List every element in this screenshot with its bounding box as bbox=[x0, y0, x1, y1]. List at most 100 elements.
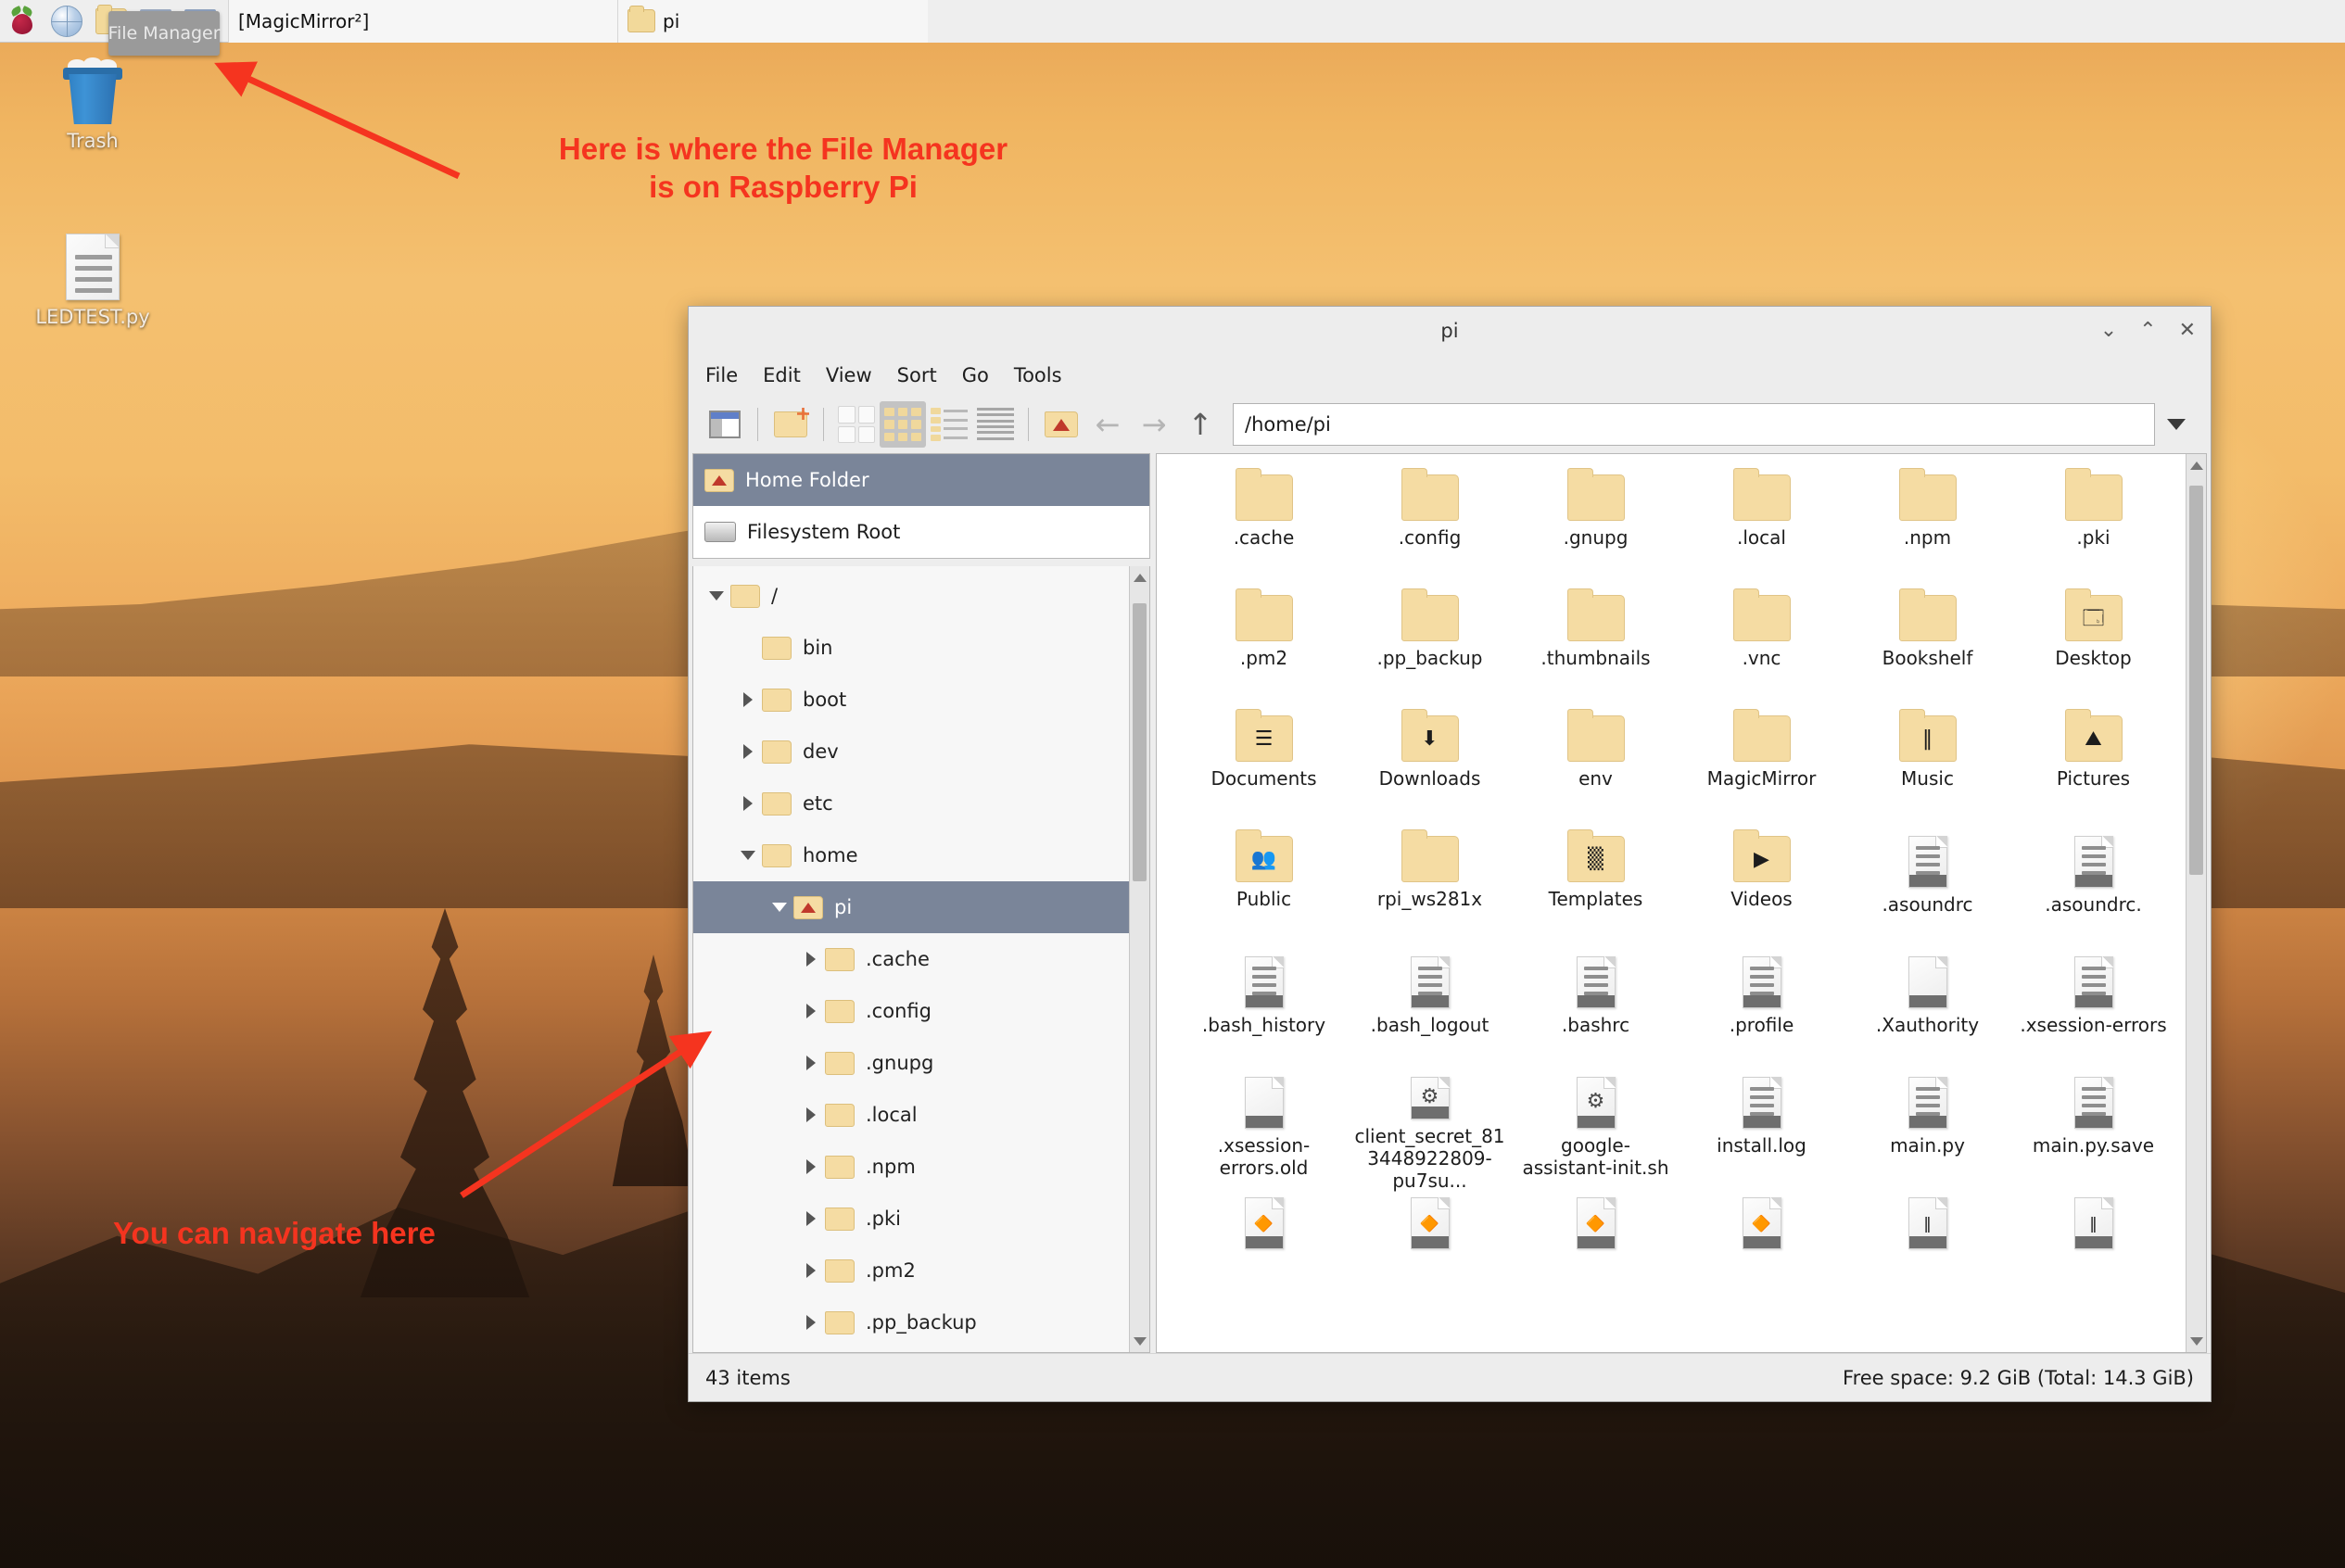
chevron-right-icon[interactable] bbox=[797, 1211, 825, 1226]
file-item[interactable]: 🔶 bbox=[1513, 1192, 1679, 1312]
new-tab-button[interactable] bbox=[702, 401, 748, 448]
taskbar-window-pi[interactable]: pi bbox=[617, 0, 928, 43]
file-item[interactable]: ⚙ google-assistant-init.sh bbox=[1513, 1071, 1679, 1192]
chevron-down-icon[interactable] bbox=[734, 851, 762, 860]
tree-item-cache[interactable]: .cache bbox=[693, 933, 1129, 985]
new-folder-button[interactable] bbox=[767, 401, 814, 448]
file-item[interactable]: .asoundrc bbox=[1844, 830, 2010, 951]
chevron-right-icon[interactable] bbox=[797, 1315, 825, 1330]
file-item[interactable]: .vnc bbox=[1679, 588, 1844, 710]
tree-item-pm2[interactable]: .pm2 bbox=[693, 1245, 1129, 1296]
chevron-down-icon[interactable] bbox=[766, 903, 793, 912]
tree-item-[interactable]: / bbox=[693, 570, 1129, 622]
file-item[interactable]: ⚙ client_secret_813448922809-pu7su... bbox=[1347, 1071, 1513, 1192]
file-item[interactable]: ☰ Documents bbox=[1181, 709, 1347, 830]
file-item[interactable]: 👥 Public bbox=[1181, 829, 1347, 951]
file-item[interactable]: rpi_ws281x bbox=[1347, 829, 1513, 951]
scroll-up-icon[interactable] bbox=[1130, 568, 1149, 587]
tree-item-pki[interactable]: .pki bbox=[693, 1193, 1129, 1245]
chevron-right-icon[interactable] bbox=[734, 744, 762, 759]
scrollbar-thumb[interactable] bbox=[1133, 603, 1147, 881]
desktop-icon-ledtest[interactable]: LEDTEST.py bbox=[23, 234, 162, 328]
menu-item-sort[interactable]: Sort bbox=[897, 364, 937, 386]
menu-item-file[interactable]: File bbox=[705, 364, 738, 386]
file-item[interactable]: .npm bbox=[1844, 468, 2010, 589]
file-item[interactable]: main.py bbox=[1844, 1071, 2010, 1192]
chevron-down-icon[interactable] bbox=[703, 591, 730, 601]
back-button[interactable]: ← bbox=[1084, 401, 1131, 448]
file-item[interactable]: .bashrc bbox=[1513, 951, 1679, 1071]
file-item[interactable]: ⬇ Downloads bbox=[1347, 709, 1513, 830]
minimize-icon[interactable]: ⌄ bbox=[2100, 321, 2117, 341]
chevron-right-icon[interactable] bbox=[797, 1107, 825, 1122]
file-item[interactable]: 🔶 bbox=[1181, 1192, 1347, 1312]
chevron-right-icon[interactable] bbox=[734, 692, 762, 707]
file-item[interactable]: 🗔 Desktop bbox=[2010, 588, 2176, 710]
tree-item-bin[interactable]: bin bbox=[693, 622, 1129, 674]
path-dropdown-button[interactable] bbox=[2155, 419, 2198, 430]
forward-button[interactable]: → bbox=[1131, 401, 1177, 448]
file-item[interactable]: ▒ Templates bbox=[1513, 829, 1679, 951]
file-item[interactable]: .bash_history bbox=[1181, 951, 1347, 1071]
scroll-down-icon[interactable] bbox=[1130, 1332, 1149, 1350]
file-item[interactable]: .pm2 bbox=[1181, 588, 1347, 710]
tree-item-pi[interactable]: pi bbox=[693, 881, 1129, 933]
tree-item-dev[interactable]: dev bbox=[693, 726, 1129, 778]
chevron-right-icon[interactable] bbox=[797, 1263, 825, 1278]
scroll-up-icon[interactable] bbox=[2187, 456, 2206, 474]
tree-scrollbar[interactable] bbox=[1129, 566, 1149, 1352]
tree-item-boot[interactable]: boot bbox=[693, 674, 1129, 726]
menu-item-tools[interactable]: Tools bbox=[1014, 364, 1062, 386]
chevron-right-icon[interactable] bbox=[797, 1056, 825, 1070]
chevron-right-icon[interactable] bbox=[797, 1004, 825, 1018]
taskbar-window-magicmirror[interactable]: [MagicMirror²] bbox=[228, 0, 617, 43]
thumbnail-view-button[interactable] bbox=[833, 401, 880, 448]
tree-item-etc[interactable]: etc bbox=[693, 778, 1129, 829]
chevron-right-icon[interactable] bbox=[797, 952, 825, 967]
file-item[interactable]: ⛰ Pictures bbox=[2010, 709, 2176, 830]
file-item[interactable]: MagicMirror bbox=[1679, 709, 1844, 830]
chevron-right-icon[interactable] bbox=[797, 1159, 825, 1174]
taskbar-launcher-web-browser[interactable] bbox=[44, 0, 89, 43]
chevron-right-icon[interactable] bbox=[734, 796, 762, 811]
up-button[interactable]: ↑ bbox=[1177, 401, 1223, 448]
file-item[interactable]: ‖ Music bbox=[1844, 709, 2010, 830]
tree-item-npm[interactable]: .npm bbox=[693, 1141, 1129, 1193]
window-title-bar[interactable]: pi ⌄ ⌃ ✕ bbox=[689, 307, 2211, 355]
file-item[interactable]: .Xauthority bbox=[1844, 951, 2010, 1071]
path-input[interactable]: /home/pi bbox=[1233, 403, 2155, 446]
tree-item-local[interactable]: .local bbox=[693, 1089, 1129, 1141]
tree-item-ppbackup[interactable]: .pp_backup bbox=[693, 1296, 1129, 1348]
file-item[interactable]: .config bbox=[1347, 468, 1513, 589]
home-button[interactable] bbox=[1038, 401, 1084, 448]
place-item-home-folder[interactable]: Home Folder bbox=[693, 454, 1149, 506]
file-item[interactable]: .pki bbox=[2010, 468, 2176, 589]
compact-view-button[interactable] bbox=[926, 401, 972, 448]
file-item[interactable]: ‖ bbox=[2010, 1192, 2176, 1312]
taskbar-launcher-raspberry-menu[interactable] bbox=[0, 0, 44, 43]
file-item[interactable]: Bookshelf bbox=[1844, 588, 2010, 710]
file-item[interactable]: .bash_logout bbox=[1347, 951, 1513, 1071]
scroll-down-icon[interactable] bbox=[2187, 1332, 2206, 1350]
file-item[interactable]: .gnupg bbox=[1513, 468, 1679, 589]
maximize-icon[interactable]: ⌃ bbox=[2139, 321, 2156, 341]
tree-item-home[interactable]: home bbox=[693, 829, 1129, 881]
tree-item-gnupg[interactable]: .gnupg bbox=[693, 1037, 1129, 1089]
close-icon[interactable]: ✕ bbox=[2179, 321, 2196, 341]
file-item[interactable]: main.py.save bbox=[2010, 1071, 2176, 1192]
file-item[interactable]: 🔶 bbox=[1679, 1192, 1844, 1312]
file-item[interactable]: ‖ bbox=[1844, 1192, 2010, 1312]
file-item[interactable]: .xsession-errors bbox=[2010, 951, 2176, 1071]
file-item[interactable]: .thumbnails bbox=[1513, 588, 1679, 710]
icon-view-button[interactable] bbox=[880, 401, 926, 448]
desktop-icon-trash[interactable]: Trash bbox=[23, 57, 162, 152]
menu-item-edit[interactable]: Edit bbox=[763, 364, 801, 386]
file-item[interactable]: 🔶 bbox=[1347, 1192, 1513, 1312]
tree-item-config[interactable]: .config bbox=[693, 985, 1129, 1037]
place-item-filesystem-root[interactable]: Filesystem Root bbox=[693, 506, 1149, 558]
file-item[interactable]: install.log bbox=[1679, 1071, 1844, 1192]
file-pane-scrollbar[interactable] bbox=[2186, 454, 2206, 1352]
detailed-view-button[interactable] bbox=[972, 401, 1019, 448]
file-item[interactable]: .pp_backup bbox=[1347, 588, 1513, 710]
file-item[interactable]: env bbox=[1513, 709, 1679, 830]
